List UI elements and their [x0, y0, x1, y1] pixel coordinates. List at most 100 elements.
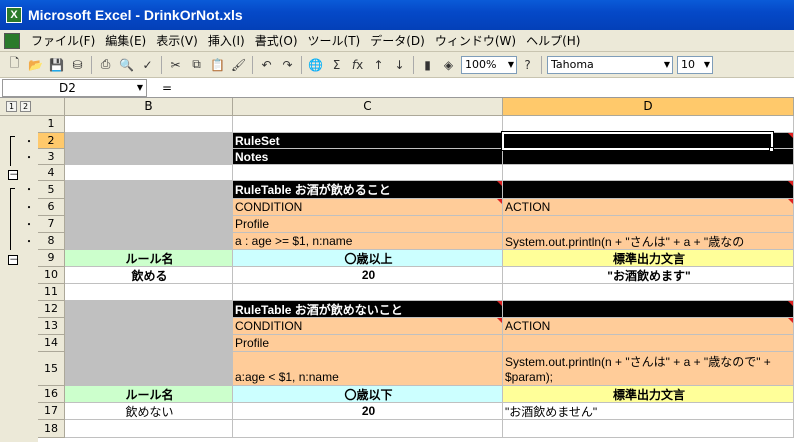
cell-b1[interactable]: [65, 116, 233, 133]
cell-b8[interactable]: [65, 233, 233, 250]
row-header-14[interactable]: 14: [38, 335, 65, 352]
cell-d12[interactable]: [503, 301, 794, 318]
redo-icon[interactable]: ↷: [277, 55, 298, 75]
cell-c1[interactable]: [233, 116, 503, 133]
menu-window[interactable]: ウィンドウ(W): [430, 32, 521, 49]
cell-b9[interactable]: ルール名: [65, 250, 233, 267]
row-header-15[interactable]: 15: [38, 352, 65, 386]
outline-level-1-button[interactable]: 1: [6, 101, 17, 112]
sort-descending-icon[interactable]: ↓: [389, 55, 410, 75]
cell-c4[interactable]: [233, 165, 503, 181]
outline-level-2-button[interactable]: 2: [20, 101, 31, 112]
cell-c8[interactable]: a : age >= $1, n:name: [233, 233, 503, 250]
cell-c14[interactable]: Profile: [233, 335, 503, 352]
row-header-12[interactable]: 12: [38, 301, 65, 318]
cell-b12[interactable]: [65, 301, 233, 318]
cell-d6[interactable]: ACTION: [503, 199, 794, 216]
row-header-11[interactable]: 11: [38, 284, 65, 301]
format-painter-icon[interactable]: 🖌: [228, 55, 249, 75]
print-preview-icon[interactable]: 🔍: [116, 55, 137, 75]
cell-b3[interactable]: [65, 149, 233, 165]
cell-d14[interactable]: [503, 335, 794, 352]
font-size-select[interactable]: 10 ▼: [677, 55, 713, 74]
undo-icon[interactable]: ↶: [256, 55, 277, 75]
row-header-1[interactable]: 1: [38, 116, 65, 133]
row-header-7[interactable]: 7: [38, 216, 65, 233]
new-icon[interactable]: 🗋: [4, 55, 25, 75]
cell-d17[interactable]: "お酒飲めません": [503, 403, 794, 420]
cut-icon[interactable]: ✂: [165, 55, 186, 75]
row-header-4[interactable]: 4: [38, 165, 65, 181]
column-header-b[interactable]: B: [65, 98, 233, 116]
cell-d4[interactable]: [503, 165, 794, 181]
cell-b2[interactable]: [65, 133, 233, 149]
cell-b18[interactable]: [65, 420, 233, 438]
menu-view[interactable]: 表示(V): [151, 32, 203, 49]
cell-c12[interactable]: RuleTable お酒が飲めないこと: [233, 301, 503, 318]
row-header-10[interactable]: 10: [38, 267, 65, 284]
cell-b5[interactable]: [65, 181, 233, 199]
fill-handle[interactable]: [769, 147, 774, 152]
cell-b6[interactable]: [65, 199, 233, 216]
paste-icon[interactable]: 📋: [207, 55, 228, 75]
print-icon[interactable]: ⎙: [95, 55, 116, 75]
menu-data[interactable]: データ(D): [365, 32, 430, 49]
cell-d15[interactable]: System.out.println(n + "さんは" + a + "歳なので…: [503, 352, 794, 386]
cell-c16[interactable]: 〇歳以下: [233, 386, 503, 403]
sort-ascending-icon[interactable]: ↑: [368, 55, 389, 75]
cell-c2[interactable]: RuleSet: [233, 133, 503, 149]
permission-icon[interactable]: ⛁: [67, 55, 88, 75]
cell-c11[interactable]: [233, 284, 503, 301]
cell-c7[interactable]: Profile: [233, 216, 503, 233]
cell-d16[interactable]: 標準出力文言: [503, 386, 794, 403]
drawing-icon[interactable]: ◈: [438, 55, 459, 75]
cell-d13[interactable]: ACTION: [503, 318, 794, 335]
zoom-select[interactable]: 100% ▼: [461, 55, 517, 74]
spelling-icon[interactable]: ✓: [137, 55, 158, 75]
function-icon[interactable]: fx: [347, 55, 368, 75]
outline-dot[interactable]: ・: [24, 186, 34, 196]
cell-d5[interactable]: [503, 181, 794, 199]
cell-b15[interactable]: [65, 352, 233, 386]
menu-tools[interactable]: ツール(T): [303, 32, 366, 49]
column-header-d[interactable]: D: [503, 98, 794, 116]
cell-d3[interactable]: [503, 149, 794, 165]
name-box[interactable]: D2 ▼: [2, 78, 147, 97]
cell-d18[interactable]: [503, 420, 794, 438]
cell-b10[interactable]: 飲める: [65, 267, 233, 284]
row-header-3[interactable]: 3: [38, 149, 65, 165]
row-header-16[interactable]: 16: [38, 386, 65, 403]
column-header-c[interactable]: C: [233, 98, 503, 116]
workbook-icon[interactable]: [4, 32, 20, 49]
font-select[interactable]: Tahoma ▼: [547, 55, 673, 74]
menu-help[interactable]: ヘルプ(H): [521, 32, 585, 49]
row-header-5[interactable]: 5: [38, 181, 65, 199]
row-header-18[interactable]: 18: [38, 420, 65, 438]
outline-dot[interactable]: ・: [24, 138, 34, 148]
formula-equals[interactable]: =: [147, 81, 187, 95]
copy-icon[interactable]: ⧉: [186, 55, 207, 75]
cell-b16[interactable]: ルール名: [65, 386, 233, 403]
cell-b4[interactable]: [65, 165, 233, 181]
cell-c5[interactable]: RuleTable お酒が飲めること: [233, 181, 503, 199]
cell-c18[interactable]: [233, 420, 503, 438]
cell-b14[interactable]: [65, 335, 233, 352]
cell-d1[interactable]: [503, 116, 794, 133]
formula-input[interactable]: [187, 79, 794, 97]
row-header-2[interactable]: 2: [38, 133, 65, 149]
cell-c6[interactable]: CONDITION: [233, 199, 503, 216]
cell-c10[interactable]: 20: [233, 267, 503, 284]
row-header-17[interactable]: 17: [38, 403, 65, 420]
save-icon[interactable]: 💾: [46, 55, 67, 75]
cell-b13[interactable]: [65, 318, 233, 335]
menu-insert[interactable]: 挿入(I): [203, 32, 250, 49]
row-header-9[interactable]: 9: [38, 250, 65, 267]
cell-d9[interactable]: 標準出力文言: [503, 250, 794, 267]
outline-collapse-button[interactable]: －: [8, 170, 19, 181]
cell-b7[interactable]: [65, 216, 233, 233]
cell-d11[interactable]: [503, 284, 794, 301]
row-header-6[interactable]: 6: [38, 199, 65, 216]
open-icon[interactable]: 📂: [25, 55, 46, 75]
outline-dot[interactable]: ・: [24, 221, 34, 231]
cell-b17[interactable]: 飲めない: [65, 403, 233, 420]
